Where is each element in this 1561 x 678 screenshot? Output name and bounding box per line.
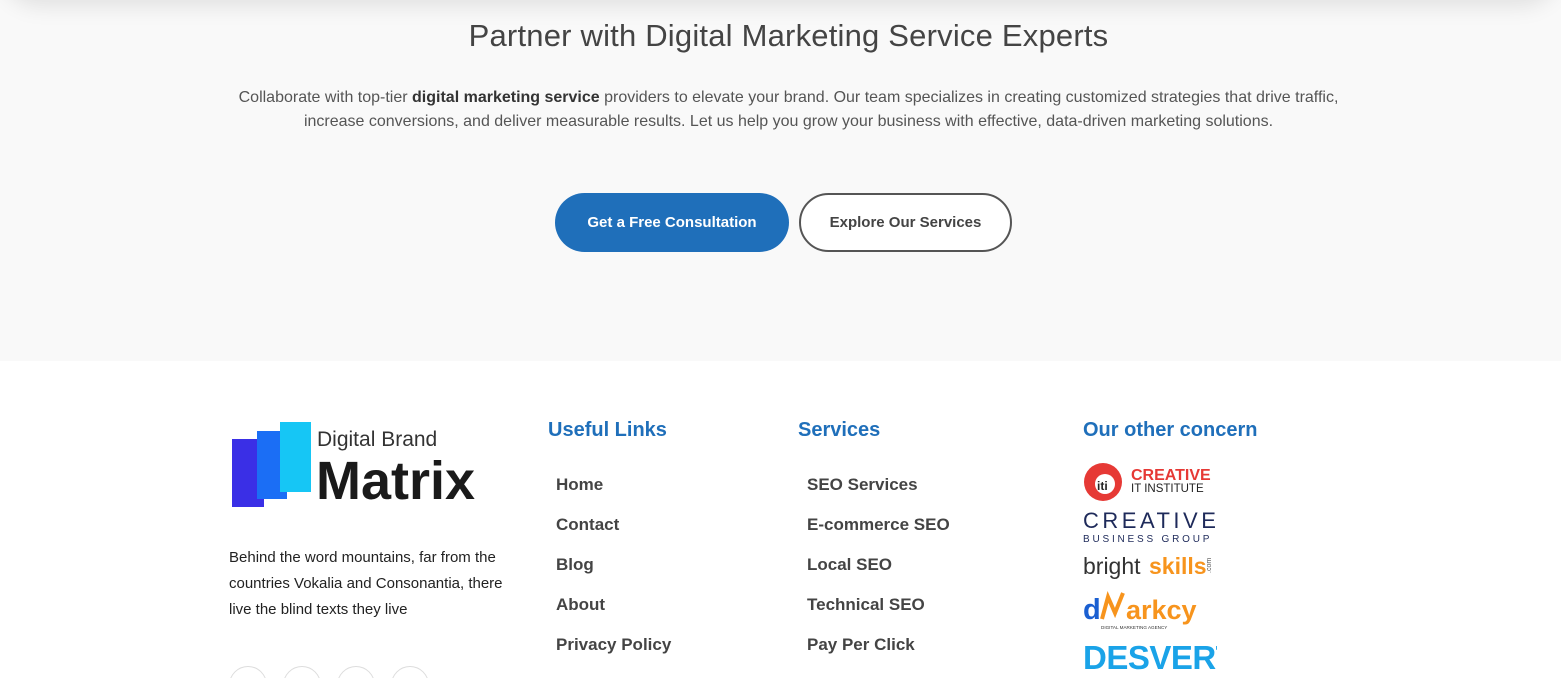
footer-link-contact[interactable]: Contact — [556, 515, 619, 535]
desvert-text: DESVERT — [1083, 639, 1217, 676]
footer-link-local-seo[interactable]: Local SEO — [807, 555, 892, 575]
dmarkcy-tagline: DIGITAL MARKETING AGENCY — [1101, 625, 1167, 630]
footer-link-pay-per-click[interactable]: Pay Per Click — [807, 635, 915, 655]
cta-description: Collaborate with top-tier digital market… — [228, 86, 1349, 134]
cta-section: Partner with Digital Marketing Service E… — [0, 0, 1561, 361]
creative-it-line2: IT INSTITUTE — [1131, 483, 1204, 495]
other-concern-title: Our other concern — [1083, 419, 1258, 441]
digital-brand-matrix-logo[interactable]: Digital Brand Matrix — [232, 421, 512, 511]
footer-about-text: Behind the word mountains, far from the … — [229, 549, 503, 618]
services-title: Services — [798, 419, 881, 441]
brightskills-suffix: .com — [1206, 558, 1213, 573]
creative-it-line1: CREATIVE — [1131, 467, 1211, 484]
brightskills-part1: bright — [1083, 553, 1141, 579]
footer-link-home[interactable]: Home — [556, 475, 603, 495]
footer-link-seo-services[interactable]: SEO Services — [807, 475, 918, 495]
brightskills-logo[interactable]: bright skills .com — [1083, 550, 1217, 584]
logo-line2: Matrix — [316, 451, 475, 511]
free-consultation-button[interactable]: Get a Free Consultation — [555, 193, 789, 252]
dmarkcy-logo[interactable]: d arkcy DIGITAL MARKETING AGENCY — [1083, 589, 1217, 631]
footer-link-privacy-policy[interactable]: Privacy Policy — [556, 635, 671, 655]
desvert-logo[interactable]: DESVERT — [1083, 636, 1236, 676]
dmarkcy-part1: d — [1083, 594, 1101, 626]
logo-line1: Digital Brand — [317, 428, 437, 451]
footer-link-ecommerce-seo[interactable]: E-commerce SEO — [807, 515, 950, 535]
useful-links-title: Useful Links — [548, 419, 667, 441]
footer-link-about[interactable]: About — [556, 595, 605, 615]
footer-link-blog[interactable]: Blog — [556, 555, 594, 575]
footer — [0, 361, 1561, 678]
cta-desc-bold: digital marketing service — [412, 89, 600, 106]
creative-it-mark: iti — [1097, 479, 1108, 493]
footer-link-technical-seo[interactable]: Technical SEO — [807, 595, 925, 615]
explore-services-button[interactable]: Explore Our Services — [799, 193, 1012, 252]
creative-bg-line1: CREATIVE — [1083, 508, 1217, 533]
creative-bg-line2: BUSINESS GROUP — [1083, 534, 1212, 545]
logo-mark-icon: Digital Brand Matrix — [232, 422, 475, 511]
cta-title: Partner with Digital Marketing Service E… — [468, 18, 1109, 53]
creative-business-group-logo[interactable]: CREATIVE BUSINESS GROUP — [1083, 507, 1217, 545]
dmarkcy-m-icon — [1100, 591, 1125, 620]
cta-desc-prefix: Collaborate with top-tier — [238, 89, 413, 106]
brightskills-part2: skills — [1149, 553, 1207, 579]
dmarkcy-part2: arkcy — [1126, 595, 1197, 625]
creative-it-institute-logo[interactable]: iti CREATIVE IT INSTITUTE — [1083, 460, 1217, 502]
